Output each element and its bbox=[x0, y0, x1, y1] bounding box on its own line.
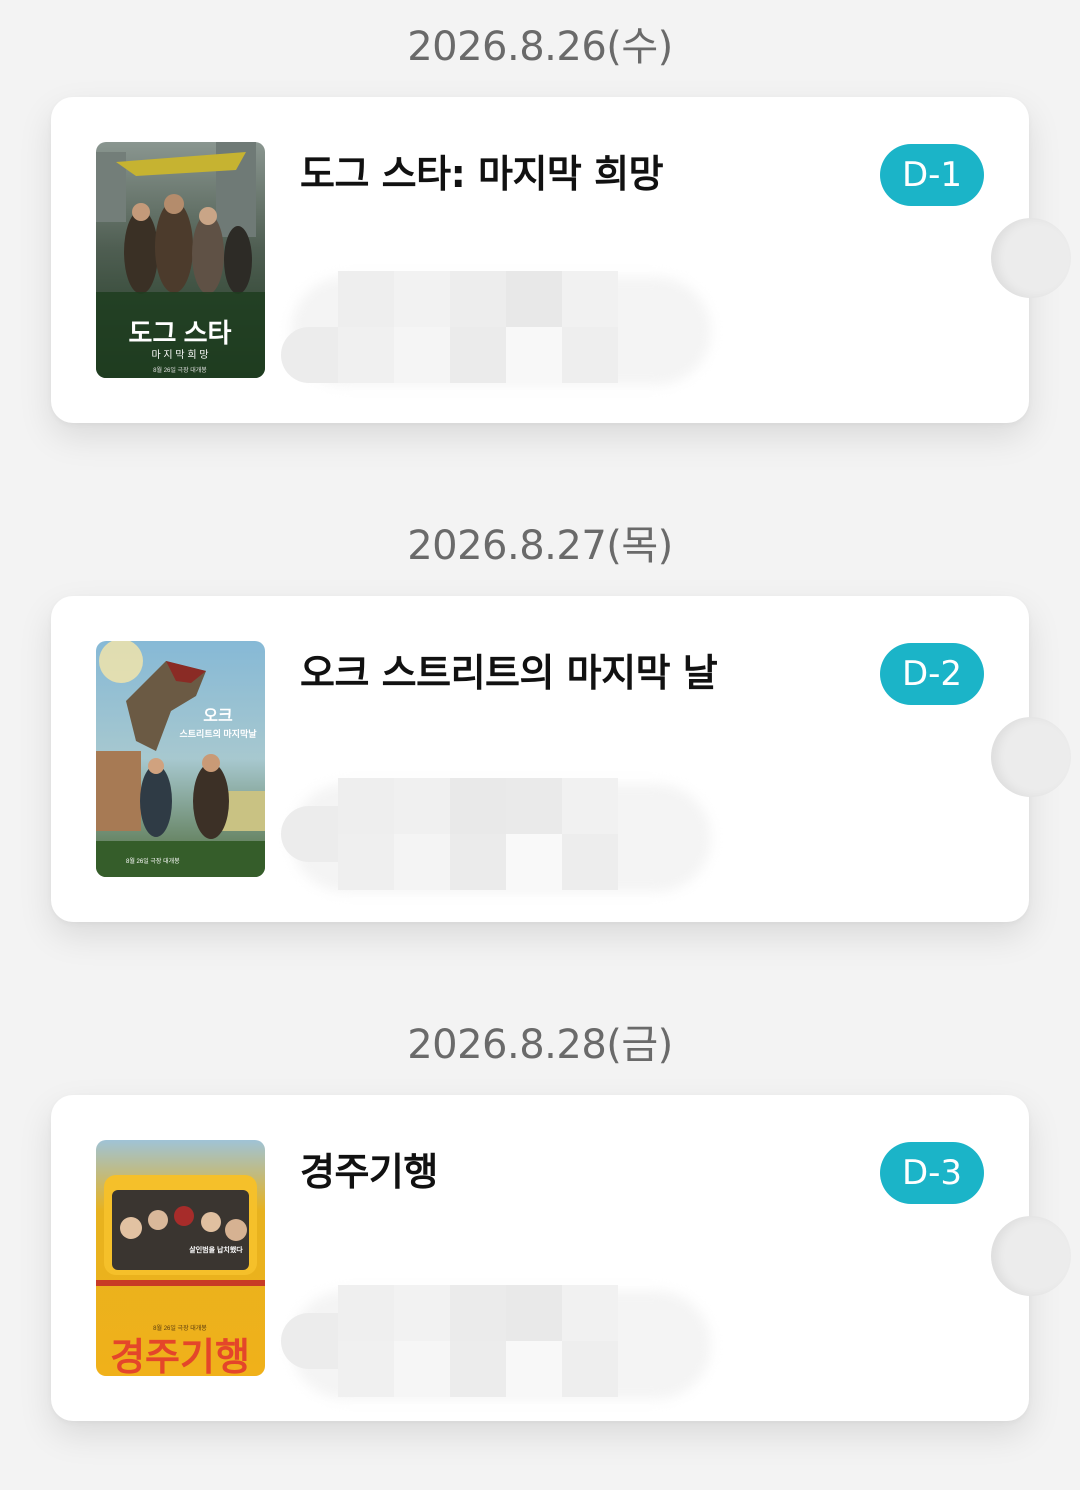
ticket-notch bbox=[991, 717, 1071, 797]
ticket-notch bbox=[991, 1216, 1071, 1296]
poster-subline: 살인범을 납치했다 bbox=[189, 1245, 243, 1254]
poster-headline: 도그 스타 bbox=[129, 318, 232, 348]
movie-card[interactable]: 도그 스타 마 지 막 희 망 8월 26일 극장 대개봉 도그 스타: 마지막… bbox=[51, 97, 1071, 423]
movie-poster[interactable]: 살인범을 납치했다 8월 26일 극장 대개봉 경주기행 bbox=[96, 1140, 265, 1376]
movie-poster[interactable]: 도그 스타 마 지 막 희 망 8월 26일 극장 대개봉 bbox=[96, 142, 265, 378]
poster-footer: 8월 26일 극장 대개봉 bbox=[126, 857, 180, 865]
movie-title[interactable]: 오크 스트리트의 마지막 날 bbox=[300, 642, 718, 697]
movie-card[interactable]: 살인범을 납치했다 8월 26일 극장 대개봉 경주기행 경주기행 D-3 bbox=[51, 1095, 1071, 1421]
movie-title[interactable]: 경주기행 bbox=[300, 1141, 438, 1196]
poster-headline: 경주기행 bbox=[110, 1337, 250, 1376]
blurred-info bbox=[281, 1283, 721, 1403]
dday-badge: D-1 bbox=[880, 144, 984, 206]
ticket-notch bbox=[991, 218, 1071, 298]
poster-subline: 스트리트의 마지막날 bbox=[179, 728, 257, 739]
poster-footer: 8월 26일 극장 대개봉 bbox=[153, 1324, 207, 1332]
poster-footer: 8월 26일 극장 대개봉 bbox=[153, 366, 207, 374]
blurred-info bbox=[281, 269, 721, 389]
poster-headline: 오크 bbox=[203, 707, 233, 725]
poster-image: 살인범을 납치했다 8월 26일 극장 대개봉 경주기행 bbox=[96, 1140, 265, 1376]
movie-title[interactable]: 도그 스타: 마지막 희망 bbox=[300, 143, 664, 198]
blurred-info bbox=[281, 776, 721, 896]
movie-poster[interactable]: 오크 스트리트의 마지막날 8월 26일 극장 대개봉 bbox=[96, 641, 265, 877]
dday-badge: D-3 bbox=[880, 1142, 984, 1204]
date-heading: 2026.8.26(수) bbox=[407, 24, 673, 70]
dday-badge: D-2 bbox=[880, 643, 984, 705]
date-heading: 2026.8.28(금) bbox=[407, 1022, 673, 1068]
poster-image: 도그 스타 마 지 막 희 망 8월 26일 극장 대개봉 bbox=[96, 142, 265, 378]
poster-image: 오크 스트리트의 마지막날 8월 26일 극장 대개봉 bbox=[96, 641, 265, 877]
poster-subline: 마 지 막 희 망 bbox=[151, 349, 208, 361]
date-heading: 2026.8.27(목) bbox=[407, 523, 673, 569]
movie-card[interactable]: 오크 스트리트의 마지막날 8월 26일 극장 대개봉 오크 스트리트의 마지막… bbox=[51, 596, 1071, 922]
